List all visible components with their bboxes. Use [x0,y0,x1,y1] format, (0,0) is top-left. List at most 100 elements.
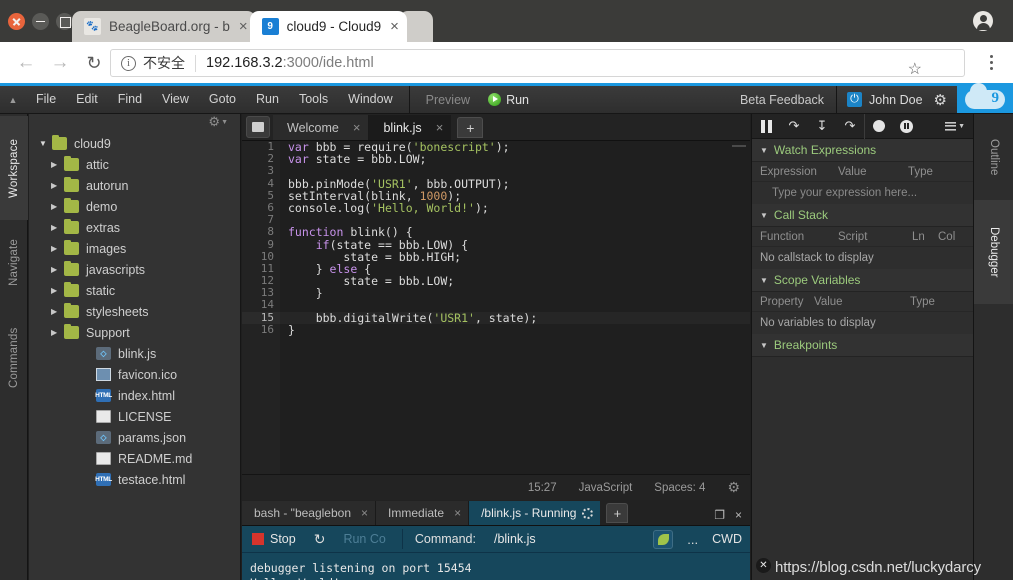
console-tab-close-icon[interactable]: × [454,506,461,520]
tree-node-demo[interactable]: ▶ demo [29,196,240,217]
chevron-right-icon[interactable]: ▶ [51,223,64,232]
section-header-scope-variables[interactable]: ▼ Scope Variables [752,269,973,292]
tree-node-extras[interactable]: ▶ extras [29,217,240,238]
menu-item-view[interactable]: View [152,86,199,113]
code-line[interactable]: bbb.pinMode('USR1', bbb.OUTPUT); [280,177,750,189]
settings-gear-icon[interactable]: ⚙ [934,91,947,109]
panel-toggle-icon[interactable] [246,116,270,138]
bookmark-star-icon[interactable]: ☆ [908,59,922,79]
browser-tab-close-icon[interactable]: × [390,19,399,34]
browser-tab-beagleboard[interactable]: 🐾 BeagleBoard.org - b × [72,11,256,42]
chevron-right-icon[interactable]: ▶ [51,328,64,337]
window-minimize-button[interactable] [32,13,49,30]
tree-node-favicon-ico[interactable]: favicon.ico [29,364,240,385]
section-header-breakpoints[interactable]: ▼ Breakpoints [752,334,973,357]
code-line[interactable] [280,299,750,311]
sidebar-tab-commands[interactable]: Commands [0,306,28,410]
sidebar-tab-outline[interactable]: Outline [974,114,1013,200]
console-tab-bash[interactable]: bash - "beaglebon × [242,501,377,525]
sidebar-tab-debugger[interactable]: Debugger [974,200,1013,304]
browser-tab-cloud9[interactable]: 9 cloud9 - Cloud9 × [249,11,407,42]
console-output[interactable]: debugger listening on port 15454 Hello, … [242,553,750,580]
window-maximize-button[interactable] [56,13,73,30]
tree-node-readme-md[interactable]: README.md [29,448,240,469]
menu-item-file[interactable]: File [26,86,66,113]
command-value[interactable]: /blink.js [494,532,536,546]
sidebar-tab-navigate[interactable]: Navigate [0,220,28,306]
pause-icon[interactable] [752,114,780,139]
menu-item-goto[interactable]: Goto [199,86,246,113]
run-config-button[interactable]: Run Co [333,532,395,546]
window-close-button[interactable] [8,13,25,30]
run-button[interactable]: Run [480,93,537,107]
reload-icon[interactable]: ↻ [78,51,110,75]
code-line[interactable]: function blink() { [280,226,750,238]
editor-settings-gear-icon[interactable]: ⚙ [727,479,740,496]
file-tree-gear-icon[interactable]: ⚙▼ [208,114,228,130]
chevron-right-icon[interactable]: ▶ [51,286,64,295]
more-options-icon[interactable]: ... [687,532,698,547]
code-line[interactable]: var state = bbb.LOW; [280,153,750,165]
beta-feedback-button[interactable]: Beta Feedback [728,93,836,107]
editor-tab-blinkjs[interactable]: blink.js × [369,115,452,140]
chevron-right-icon[interactable]: ▶ [51,160,64,169]
code-line[interactable] [280,165,750,177]
address-bar[interactable]: i 不安全 192.168.3.2:3000/ide.html ☆ [110,49,965,79]
editor-tab-close-icon[interactable]: × [436,120,444,135]
notification-close-icon[interactable]: ✕ [756,558,771,573]
menu-item-edit[interactable]: Edit [66,86,108,113]
chevron-right-icon[interactable]: ▶ [51,202,64,211]
browser-menu-icon[interactable] [981,49,1001,75]
tree-node-images[interactable]: ▶ images [29,238,240,259]
node-runner-icon[interactable] [653,529,674,549]
forward-icon[interactable]: → [44,51,76,75]
code-line[interactable]: state = bbb.LOW; [280,275,750,287]
code-line[interactable]: } [280,324,750,336]
console-close-icon[interactable]: × [735,508,742,522]
tree-node-static[interactable]: ▶ static [29,280,240,301]
step-out-icon[interactable]: ↷ [836,114,864,139]
debugger-menu-icon[interactable]: ▼ [945,121,973,131]
back-icon[interactable]: ← [10,51,42,75]
code-line[interactable]: } [280,287,750,299]
tree-node-testace-html[interactable]: HTML testace.html [29,469,240,490]
tree-node-attic[interactable]: ▶ attic [29,154,240,175]
editor-tab-welcome[interactable]: Welcome × [273,115,370,140]
code-line[interactable]: if(state == bbb.LOW) { [280,238,750,250]
browser-account-button[interactable] [965,6,1001,36]
console-add-tab-button[interactable]: + [606,503,629,523]
browser-tab-close-icon[interactable]: × [239,19,248,34]
menu-item-window[interactable]: Window [338,86,402,113]
watch-expression-placeholder[interactable]: Type your expression here... [752,182,973,204]
user-menu[interactable]: ⏻ John Doe ⚙ [836,86,957,113]
menu-item-run[interactable]: Run [246,86,289,113]
step-into-icon[interactable]: ↧ [808,114,836,139]
sidebar-tab-workspace[interactable]: Workspace [0,116,28,220]
code-editor[interactable]: 1 2 3 4 5 6 7 8 9 10 11 12 13 14 15 16 var bbb = requir… [242,141,750,474]
tree-node-blink-js[interactable]: ◇ blink.js [29,343,240,364]
chevron-right-icon[interactable]: ▶ [51,265,64,274]
editor-tab-close-icon[interactable]: × [353,120,361,135]
site-info-icon[interactable]: i [121,55,136,71]
editor-spaces-label[interactable]: Spaces: 4 [654,482,705,494]
console-tab-running[interactable]: /blink.js - Running [469,501,601,525]
chevron-right-icon[interactable]: ▶ [51,181,64,190]
tree-node-cloud9[interactable]: ▼ cloud9 [29,133,240,154]
menu-item-tools[interactable]: Tools [289,86,338,113]
menu-item-find[interactable]: Find [108,86,152,113]
code-line[interactable]: bbb.digitalWrite('USR1', state); [280,311,750,324]
cwd-button[interactable]: CWD [712,532,742,546]
preview-button[interactable]: Preview [416,93,480,107]
break-all-icon[interactable] [864,113,892,139]
code-line[interactable]: console.log('Hello, World!'); [280,202,750,214]
tree-node-license[interactable]: LICENSE [29,406,240,427]
tree-node-javascripts[interactable]: ▶ javascripts [29,259,240,280]
chevron-right-icon[interactable]: ▶ [51,244,64,253]
section-header-call-stack[interactable]: ▼ Call Stack [752,204,973,227]
chevron-right-icon[interactable]: ▶ [51,307,64,316]
section-header-watch-expressions[interactable]: ▼ Watch Expressions [752,139,973,162]
break-pause-icon[interactable] [892,114,920,139]
editor-add-tab-button[interactable]: + [457,117,484,138]
restart-icon[interactable]: ↻ [306,531,334,548]
step-over-icon[interactable]: ↷ [780,114,808,139]
